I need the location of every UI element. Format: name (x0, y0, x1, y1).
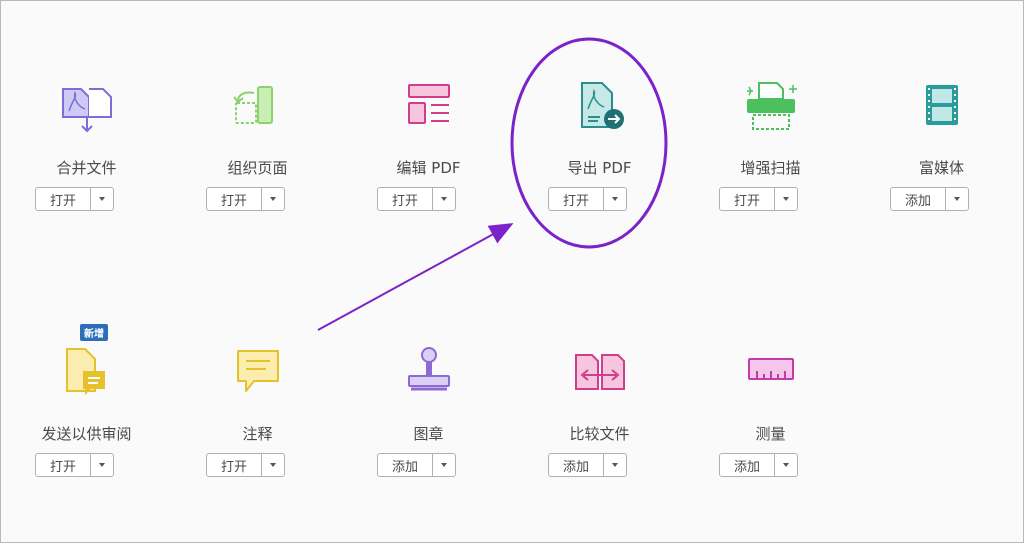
tool-label: 比较文件 (569, 425, 630, 443)
dropdown-button[interactable] (774, 454, 797, 476)
tool-send-for-review: 新增 发送以供审阅 打开 (1, 324, 172, 515)
dropdown-button[interactable] (90, 454, 113, 476)
chevron-down-icon (783, 197, 789, 201)
tool-add-split-button: 添加 (377, 453, 456, 477)
dropdown-button[interactable] (90, 188, 113, 210)
rich-media-icon[interactable] (856, 79, 1023, 143)
organize-pages-icon[interactable] (172, 79, 343, 143)
tool-add-split-button: 添加 (890, 187, 969, 211)
dropdown-button[interactable] (261, 454, 284, 476)
tool-label: 注释 (242, 425, 273, 443)
tools-panel: 合并文件 打开 组织页面 打开 编辑 PDF 打开 导出 PDF 打开 增强扫描… (0, 0, 1024, 543)
tool-add-split-button: 添加 (719, 453, 798, 477)
send-for-review-icon[interactable] (1, 345, 172, 409)
tool-rich-media: 富媒体 添加 (856, 79, 1023, 249)
add-button[interactable]: 添加 (378, 454, 432, 476)
tool-label: 编辑 PDF (396, 159, 461, 177)
chevron-down-icon (612, 463, 618, 467)
tool-export-pdf: 导出 PDF 打开 (514, 79, 685, 249)
chevron-down-icon (954, 197, 960, 201)
compare-files-icon[interactable] (514, 345, 685, 409)
tool-label: 图章 (413, 425, 444, 443)
comment-icon[interactable] (172, 345, 343, 409)
tool-combine-files: 合并文件 打开 (1, 79, 172, 249)
tool-organize-pages: 组织页面 打开 (172, 79, 343, 249)
chevron-down-icon (612, 197, 618, 201)
add-button[interactable]: 添加 (891, 188, 945, 210)
dropdown-button[interactable] (945, 188, 968, 210)
dropdown-button[interactable] (774, 188, 797, 210)
tool-label: 增强扫描 (740, 159, 801, 177)
add-button[interactable]: 添加 (720, 454, 774, 476)
export-pdf-icon[interactable] (514, 79, 685, 143)
chevron-down-icon (99, 197, 105, 201)
chevron-down-icon (270, 197, 276, 201)
tool-compare-files: 比较文件 添加 (514, 345, 685, 515)
edit-pdf-icon[interactable] (343, 79, 514, 143)
dropdown-button[interactable] (261, 188, 284, 210)
tool-open-split-button: 打开 (377, 187, 456, 211)
dropdown-button[interactable] (432, 188, 455, 210)
open-button[interactable]: 打开 (378, 188, 432, 210)
enhance-scan-icon[interactable] (685, 79, 856, 143)
tool-open-split-button: 打开 (719, 187, 798, 211)
tool-add-split-button: 添加 (548, 453, 627, 477)
stamp-icon[interactable] (343, 345, 514, 409)
open-button[interactable]: 打开 (36, 454, 90, 476)
open-button[interactable]: 打开 (549, 188, 603, 210)
chevron-down-icon (99, 463, 105, 467)
tool-open-split-button: 打开 (206, 453, 285, 477)
tool-open-split-button: 打开 (206, 187, 285, 211)
tool-label: 导出 PDF (567, 159, 632, 177)
dropdown-button[interactable] (603, 454, 626, 476)
tool-open-split-button: 打开 (548, 187, 627, 211)
add-button[interactable]: 添加 (549, 454, 603, 476)
chevron-down-icon (270, 463, 276, 467)
combine-files-icon[interactable] (1, 79, 172, 143)
chevron-down-icon (783, 463, 789, 467)
chevron-down-icon (441, 197, 447, 201)
new-badge: 新增 (80, 324, 108, 341)
tool-enhance-scan: 增强扫描 打开 (685, 79, 856, 249)
tool-label: 发送以供审阅 (41, 425, 132, 443)
tool-label: 测量 (755, 425, 786, 443)
open-button[interactable]: 打开 (720, 188, 774, 210)
tool-comment: 注释 打开 (172, 345, 343, 515)
measure-icon[interactable] (685, 345, 856, 409)
open-button[interactable]: 打开 (207, 188, 261, 210)
tool-open-split-button: 打开 (35, 453, 114, 477)
dropdown-button[interactable] (603, 188, 626, 210)
tool-open-split-button: 打开 (35, 187, 114, 211)
tool-measure: 测量 添加 (685, 345, 856, 515)
tool-label: 合并文件 (56, 159, 117, 177)
open-button[interactable]: 打开 (36, 188, 90, 210)
tool-label: 富媒体 (918, 159, 964, 177)
chevron-down-icon (441, 463, 447, 467)
tool-stamp: 图章 添加 (343, 345, 514, 515)
tool-label: 组织页面 (227, 159, 288, 177)
tool-edit-pdf: 编辑 PDF 打开 (343, 79, 514, 249)
open-button[interactable]: 打开 (207, 454, 261, 476)
dropdown-button[interactable] (432, 454, 455, 476)
